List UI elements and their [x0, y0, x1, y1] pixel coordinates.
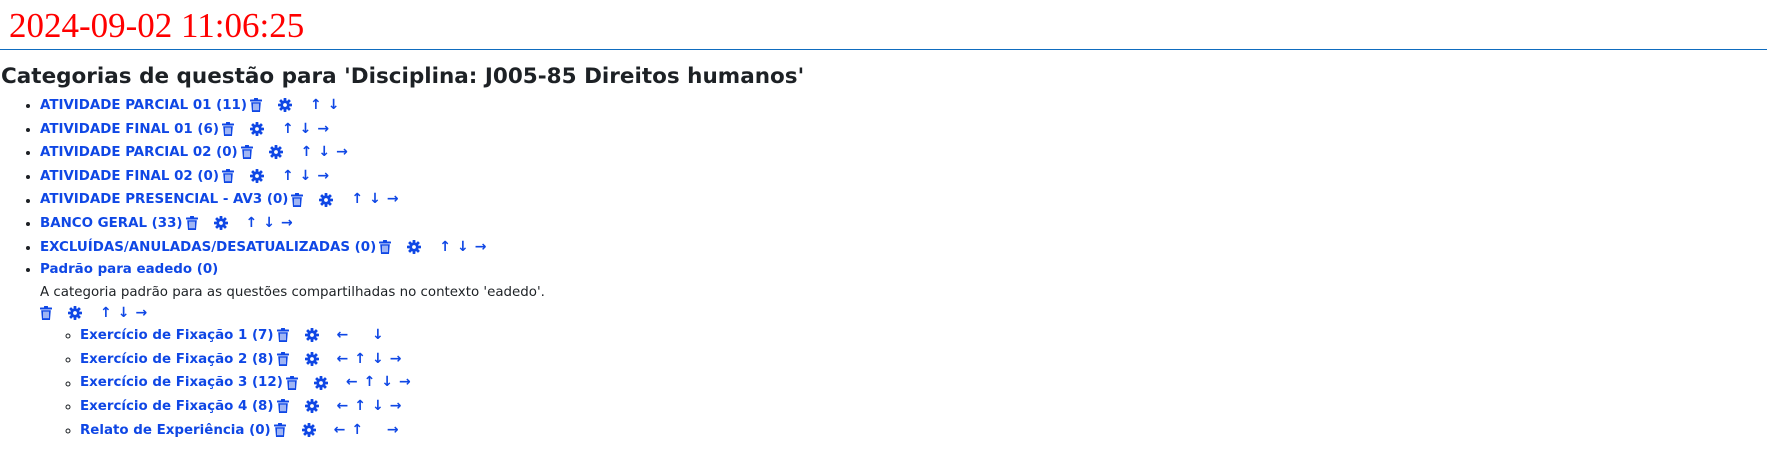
category-link[interactable]: Padrão para eadedo (0): [40, 262, 218, 277]
gear-icon[interactable]: [249, 121, 264, 136]
arrow-right-icon[interactable]: →: [399, 371, 411, 393]
arrow-down-icon[interactable]: ↓: [328, 94, 340, 116]
category-list: ATIVIDADE PARCIAL 01 (11)↑↓ ATIVIDADE FI…: [0, 94, 1767, 442]
gear-icon[interactable]: [68, 306, 82, 321]
arrow-right-icon[interactable]: →: [281, 212, 293, 234]
category-link[interactable]: BANCO GERAL (33): [40, 216, 183, 231]
arrow-up-icon[interactable]: ↑: [310, 94, 322, 116]
arrow-up-icon[interactable]: ↑: [351, 419, 363, 441]
gear-icon[interactable]: [213, 216, 228, 231]
trash-icon[interactable]: [291, 192, 304, 207]
arrow-right-icon[interactable]: →: [317, 118, 329, 140]
subcategory-item: Exercício de Fixação 1 (7)←↑↓: [80, 324, 1767, 348]
arrow-down-icon[interactable]: ↓: [318, 141, 330, 163]
category-item: Padrão para eadedo (0) A categoria padrã…: [40, 259, 1767, 442]
arrow-right-icon[interactable]: →: [475, 236, 487, 258]
arrow-up-icon[interactable]: ↑: [351, 188, 363, 210]
arrow-left-icon[interactable]: ←: [334, 419, 346, 441]
subcategory-link[interactable]: Exercício de Fixação 4 (8): [80, 399, 274, 414]
category-link[interactable]: EXCLUÍDAS/ANULADAS/DESATUALIZADAS (0): [40, 240, 376, 255]
arrow-up-icon[interactable]: ↑: [439, 236, 451, 258]
trash-icon[interactable]: [276, 328, 289, 343]
arrow-up-icon[interactable]: ↑: [100, 303, 112, 324]
arrow-right-icon[interactable]: →: [390, 395, 402, 417]
category-item: EXCLUÍDAS/ANULADAS/DESATUALIZADAS (0) ↑ ↓ →: [40, 236, 1767, 260]
gear-icon[interactable]: [313, 375, 328, 390]
arrow-left-icon[interactable]: ←: [337, 348, 349, 370]
arrow-down-icon[interactable]: ↓: [372, 395, 384, 417]
arrow-right-icon[interactable]: →: [390, 348, 402, 370]
arrow-down-icon[interactable]: ↓: [372, 324, 384, 346]
category-description: A categoria padrão para as questões comp…: [40, 284, 545, 300]
subcategory-list: Exercício de Fixação 1 (7)←↑↓ Exercício …: [40, 324, 1767, 442]
gear-icon[interactable]: [304, 328, 319, 343]
trash-icon[interactable]: [379, 239, 392, 254]
arrow-down-icon[interactable]: ↓: [118, 303, 130, 324]
arrow-down-icon[interactable]: ↓: [263, 212, 275, 234]
category-link[interactable]: ATIVIDADE FINAL 02 (0): [40, 169, 219, 184]
arrow-down-icon[interactable]: ↓: [381, 371, 393, 393]
arrow-down-icon[interactable]: ↓: [369, 188, 381, 210]
trash-icon[interactable]: [40, 306, 52, 321]
trash-icon[interactable]: [273, 422, 286, 437]
arrow-right-icon[interactable]: →: [336, 141, 348, 163]
arrow-up-icon[interactable]: ↑: [354, 395, 366, 417]
page-title: Categorias de questão para 'Disciplina: …: [1, 64, 805, 89]
subcategory-item: Exercício de Fixação 2 (8) ←↑ ↓ →: [80, 348, 1767, 372]
trash-icon[interactable]: [276, 351, 289, 366]
category-item: ATIVIDADE FINAL 01 (6) ↑ ↓→: [40, 118, 1767, 142]
arrow-up-icon[interactable]: ↑: [282, 165, 294, 187]
arrow-right-icon[interactable]: →: [135, 303, 147, 324]
arrow-down-icon[interactable]: ↓: [457, 236, 469, 258]
category-link[interactable]: ATIVIDADE PARCIAL 01 (11): [40, 98, 247, 113]
arrow-up-icon[interactable]: ↑: [354, 348, 366, 370]
category-link[interactable]: ATIVIDADE FINAL 01 (6): [40, 122, 219, 137]
category-item: ATIVIDADE PARCIAL 01 (11) ↑ ↓: [40, 94, 1767, 118]
category-link[interactable]: ATIVIDADE PRESENCIAL - AV3 (0): [40, 193, 288, 208]
arrow-down-icon[interactable]: ↓: [300, 165, 312, 187]
trash-icon[interactable]: [185, 216, 198, 231]
arrow-right-icon[interactable]: →: [387, 419, 399, 441]
arrow-right-icon[interactable]: →: [317, 165, 329, 187]
gear-icon[interactable]: [407, 239, 422, 254]
category-item: BANCO GERAL (33) ↑↓ →: [40, 212, 1767, 236]
gear-icon[interactable]: [249, 169, 264, 184]
trash-icon[interactable]: [285, 375, 298, 390]
subcategory-item: Exercício de Fixação 4 (8) ←↑ ↓ →: [80, 395, 1767, 419]
subcategory-link[interactable]: Exercício de Fixação 2 (8): [80, 352, 274, 367]
subcategory-link[interactable]: Exercício de Fixação 3 (12): [80, 376, 283, 391]
arrow-up-icon[interactable]: ↑: [301, 141, 313, 163]
trash-icon[interactable]: [221, 121, 234, 136]
category-item: ATIVIDADE PRESENCIAL - AV3 (0) ↑ ↓ →: [40, 188, 1767, 212]
arrow-left-icon[interactable]: ←: [337, 395, 349, 417]
gear-icon[interactable]: [268, 145, 283, 160]
trash-icon[interactable]: [250, 98, 262, 113]
gear-icon[interactable]: [304, 351, 319, 366]
subcategory-link[interactable]: Relato de Experiência (0): [80, 423, 271, 438]
arrow-down-icon[interactable]: ↓: [300, 118, 312, 140]
arrow-up-icon[interactable]: ↑: [246, 212, 258, 234]
arrow-left-icon[interactable]: ←: [346, 371, 358, 393]
gear-icon[interactable]: [304, 399, 319, 414]
divider: [0, 49, 1767, 50]
arrow-up-icon[interactable]: ↑: [364, 371, 376, 393]
subcategory-item: Exercício de Fixação 3 (12) ← ↑↓ →: [80, 371, 1767, 395]
category-item: ATIVIDADE PARCIAL 02 (0) ↑↓ →: [40, 141, 1767, 165]
category-link[interactable]: ATIVIDADE PARCIAL 02 (0): [40, 145, 238, 160]
gear-icon[interactable]: [319, 192, 334, 207]
gear-icon[interactable]: [278, 98, 292, 113]
arrow-up-icon[interactable]: ↑: [282, 118, 294, 140]
trash-icon[interactable]: [276, 399, 289, 414]
trash-icon[interactable]: [240, 145, 253, 160]
subcategory-item: Relato de Experiência (0)←↑↓→: [80, 419, 1767, 443]
timestamp: 2024-09-02 11:06:25: [9, 6, 305, 45]
subcategory-link[interactable]: Exercício de Fixação 1 (7): [80, 328, 274, 343]
category-actions: ↑ ↓ →: [40, 303, 1767, 325]
gear-icon[interactable]: [301, 422, 316, 437]
trash-icon[interactable]: [221, 169, 234, 184]
arrow-down-icon[interactable]: ↓: [372, 348, 384, 370]
arrow-left-icon[interactable]: ←: [337, 324, 349, 346]
arrow-right-icon[interactable]: →: [387, 188, 399, 210]
category-item: ATIVIDADE FINAL 02 (0) ↑ ↓→: [40, 165, 1767, 189]
